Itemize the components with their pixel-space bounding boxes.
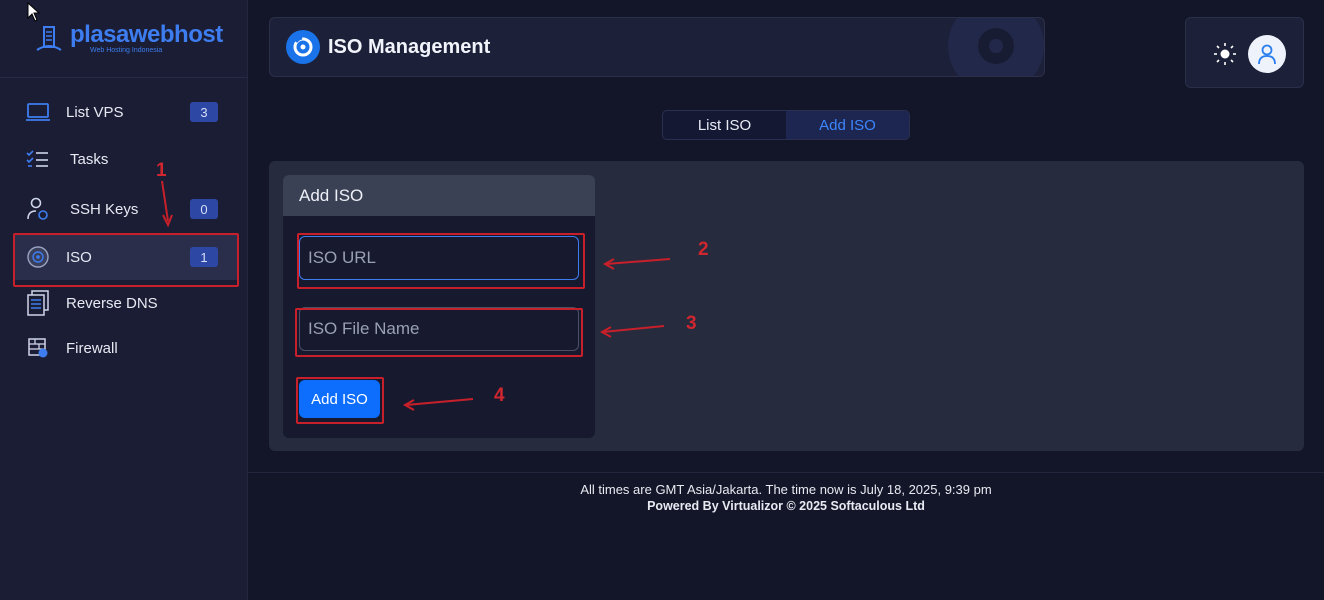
dns-icon xyxy=(24,289,52,317)
annotation-arrow-3 xyxy=(599,325,665,338)
count-badge: 3 xyxy=(190,102,218,122)
user-key-icon xyxy=(24,195,52,223)
highlight-iso-file-name xyxy=(295,308,583,357)
decorative-disc-icon xyxy=(948,18,1044,76)
tab-list-iso[interactable]: List ISO xyxy=(663,111,786,139)
annotation-number-2: 2 xyxy=(698,239,709,260)
count-badge: 0 xyxy=(190,199,218,219)
footer: All times are GMT Asia/Jakarta. The time… xyxy=(248,482,1324,514)
server-logo-icon xyxy=(36,25,62,51)
user-icon xyxy=(1258,44,1276,65)
annotation-number-4: 4 xyxy=(494,385,505,406)
page-header: ISO Management xyxy=(269,17,1045,77)
page-title: ISO Management xyxy=(328,35,491,58)
sidebar-item-label: Firewall xyxy=(66,339,118,357)
laptop-icon xyxy=(24,98,52,126)
footer-divider xyxy=(248,472,1324,473)
iso-tabs: List ISO Add ISO xyxy=(662,110,910,140)
annotation-arrow-2 xyxy=(602,258,671,270)
footer-time: All times are GMT Asia/Jakarta. The time… xyxy=(580,482,992,497)
mouse-cursor-icon xyxy=(27,2,41,22)
highlight-iso-menu xyxy=(13,233,239,287)
annotation-arrow-1 xyxy=(161,180,173,228)
user-toolbar xyxy=(1185,17,1304,88)
highlight-add-button xyxy=(296,377,384,424)
sidebar-item-firewall[interactable]: Firewall xyxy=(14,325,238,371)
sun-icon[interactable] xyxy=(1213,42,1237,66)
sidebar-item-ssh-keys[interactable]: SSH Keys 0 xyxy=(14,186,238,232)
tab-add-iso[interactable]: Add ISO xyxy=(786,111,909,139)
iso-disc-icon xyxy=(286,30,320,64)
card-title: Add ISO xyxy=(283,175,595,216)
sidebar-item-tasks[interactable]: Tasks xyxy=(14,136,238,182)
firewall-icon xyxy=(24,334,52,362)
avatar[interactable] xyxy=(1248,35,1286,73)
annotation-number-1: 1 xyxy=(156,160,167,181)
sidebar-item-label: SSH Keys xyxy=(70,200,139,218)
sidebar: plasawebhost Web Hosting Indonesia List … xyxy=(0,0,248,600)
annotation-number-3: 3 xyxy=(686,313,697,334)
sidebar-item-label: Reverse DNS xyxy=(66,294,158,312)
sidebar-item-label: Tasks xyxy=(70,150,109,168)
brand-tagline: Web Hosting Indonesia xyxy=(90,46,163,54)
brand-name: plasawebhost xyxy=(70,20,223,48)
tasks-icon xyxy=(24,145,52,173)
footer-powered-by: Powered By Virtualizor © 2025 Softaculou… xyxy=(647,499,925,513)
highlight-iso-url xyxy=(297,233,585,289)
sidebar-item-label: List VPS xyxy=(66,103,124,121)
annotation-arrow-4 xyxy=(402,398,474,411)
sidebar-item-list-vps[interactable]: List VPS 3 xyxy=(14,89,238,135)
